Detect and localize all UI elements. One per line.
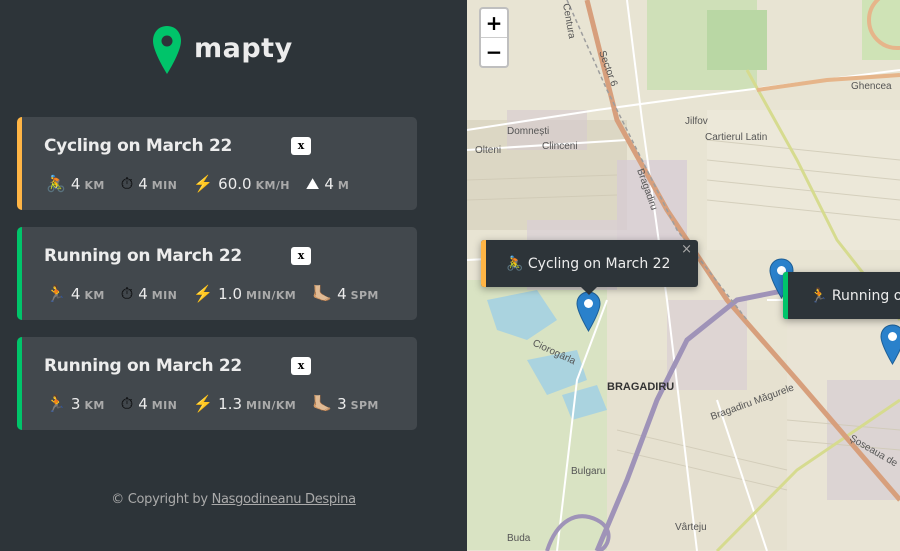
popup-close-button[interactable]: ×	[681, 242, 692, 257]
workout-details: 🏃 4 km ⏱ 4 min ⚡️ 1.0 min/km 🦶🏼 4 spm	[46, 283, 395, 305]
workout-popup[interactable]: 🏃 Running on March 22	[783, 272, 900, 319]
pace-value: 1.0	[218, 285, 243, 303]
copyright: © Copyright by Nasgodineanu Despina	[0, 492, 467, 507]
workout-details: 🏃 3 km ⏱ 4 min ⚡️ 1.3 min/km 🦶🏼 3 spm	[46, 393, 395, 415]
distance-unit: km	[84, 399, 105, 412]
elevation-detail: ⛰ 4 m	[306, 173, 349, 195]
place-label: Vârteju	[675, 522, 707, 533]
distance-value: 4	[70, 285, 81, 303]
speed-unit: km/h	[255, 179, 290, 192]
workout-title: Cycling on March 22	[44, 136, 233, 156]
cadence-detail: 🦶🏼 4 spm	[312, 283, 379, 305]
duration-value: 4	[138, 175, 148, 193]
copyright-prefix: © Copyright by	[111, 492, 212, 507]
workout-title: Running on March 22	[44, 356, 242, 376]
stopwatch-icon: ⏱	[120, 174, 134, 193]
distance-detail: 🚴 4 km	[46, 173, 105, 195]
pace-detail: ⚡️ 1.3 min/km	[193, 393, 296, 415]
distance-detail: 🏃 4 km	[46, 283, 105, 305]
foot-icon: 🦶🏼	[312, 394, 333, 413]
distance-unit: km	[84, 179, 105, 192]
map[interactable]: Domnești Olteni Clinceni Jilfov Cartieru…	[467, 0, 900, 551]
place-label: Buda	[507, 533, 531, 544]
mountain-icon: ⛰	[305, 174, 320, 193]
workout-card[interactable]: Running on March 22 x 🏃 3 km ⏱ 4 min ⚡️ …	[17, 337, 417, 430]
workout-details: 🚴 4 km ⏱ 4 min ⚡️ 60.0 km/h ⛰ 4 m	[46, 173, 365, 195]
runner-icon: 🏃	[46, 284, 66, 303]
runner-icon: 🏃	[810, 287, 828, 304]
place-label: Clinceni	[542, 141, 578, 152]
popup-type-bar	[783, 272, 788, 319]
distance-unit: km	[84, 289, 105, 302]
runner-icon: 🏃	[46, 394, 66, 413]
cadence-unit: spm	[350, 289, 379, 302]
place-label: Domnești	[507, 126, 549, 137]
cadence-value: 3	[337, 395, 347, 413]
duration-detail: ⏱ 4 min	[121, 173, 177, 195]
delete-workout-button[interactable]: x	[291, 357, 311, 375]
cadence-detail: 🦶🏼 3 spm	[312, 393, 379, 415]
duration-value: 4	[138, 285, 148, 303]
logo: mapty	[152, 24, 293, 76]
popup-content: 🏃 Running on March 22	[783, 288, 900, 304]
place-label: Bulgaru	[571, 466, 605, 477]
popup-text: Running on March 22	[831, 287, 900, 304]
popup-text: Cycling on March 22	[527, 255, 671, 272]
duration-unit: min	[151, 399, 178, 412]
map-marker-icon[interactable]	[576, 291, 601, 332]
duration-detail: ⏱ 4 min	[121, 283, 177, 305]
distance-value: 3	[70, 395, 81, 413]
delete-workout-button[interactable]: x	[291, 247, 311, 265]
popup-tip	[581, 287, 597, 295]
zoom-control: + −	[479, 7, 509, 68]
pace-value: 1.3	[218, 395, 243, 413]
place-label: Jilfov	[685, 116, 708, 127]
workout-type-bar	[17, 337, 22, 430]
speed-detail: ⚡️ 60.0 km/h	[193, 173, 290, 195]
workout-card[interactable]: Running on March 22 x 🏃 4 km ⏱ 4 min ⚡️ …	[17, 227, 417, 320]
speed-value: 60.0	[218, 175, 252, 193]
lightning-icon: ⚡️	[193, 284, 214, 303]
stopwatch-icon: ⏱	[120, 284, 134, 303]
workout-card[interactable]: Cycling on March 22 x 🚴 4 km ⏱ 4 min ⚡️ …	[17, 117, 417, 210]
workout-type-bar	[17, 227, 22, 320]
distance-detail: 🏃 3 km	[46, 393, 105, 415]
author-link[interactable]: Nasgodineanu Despina	[212, 492, 357, 507]
place-label: BRAGADIRU	[607, 381, 674, 393]
elevation-unit: m	[337, 179, 350, 192]
zoom-out-button[interactable]: −	[481, 38, 507, 66]
logo-text: mapty	[194, 32, 293, 64]
cadence-unit: spm	[350, 399, 379, 412]
distance-value: 4	[70, 175, 81, 193]
zoom-in-button[interactable]: +	[481, 9, 507, 38]
lightning-icon: ⚡️	[193, 394, 214, 413]
foot-icon: 🦶🏼	[312, 284, 333, 303]
popup-type-bar	[481, 240, 486, 287]
elevation-value: 4	[324, 175, 334, 193]
place-label: Ghencea	[851, 81, 892, 92]
workout-title: Running on March 22	[44, 246, 242, 266]
place-label: Olteni	[475, 145, 501, 156]
pace-unit: min/km	[246, 399, 297, 412]
duration-detail: ⏱ 4 min	[121, 393, 177, 415]
delete-workout-button[interactable]: x	[291, 137, 311, 155]
pace-detail: ⚡️ 1.0 min/km	[193, 283, 296, 305]
duration-unit: min	[151, 179, 178, 192]
popup-content: 🚴 Cycling on March 22	[481, 256, 670, 272]
place-label: Cartierul Latin	[705, 132, 767, 143]
workout-type-bar	[17, 117, 22, 210]
duration-value: 4	[138, 395, 148, 413]
workout-popup[interactable]: 🚴 Cycling on March 22 ×	[481, 240, 698, 295]
map-pin-icon	[153, 26, 181, 74]
cyclist-icon: 🚴	[506, 255, 524, 272]
duration-unit: min	[151, 289, 178, 302]
cadence-value: 4	[337, 285, 347, 303]
cyclist-icon: 🚴	[46, 174, 66, 193]
stopwatch-icon: ⏱	[120, 394, 134, 413]
pace-unit: min/km	[246, 289, 297, 302]
sidebar: mapty Cycling on March 22 x 🚴 4 km ⏱ 4 m…	[0, 0, 467, 551]
lightning-icon: ⚡️	[193, 174, 214, 193]
map-marker-icon[interactable]	[880, 324, 900, 365]
